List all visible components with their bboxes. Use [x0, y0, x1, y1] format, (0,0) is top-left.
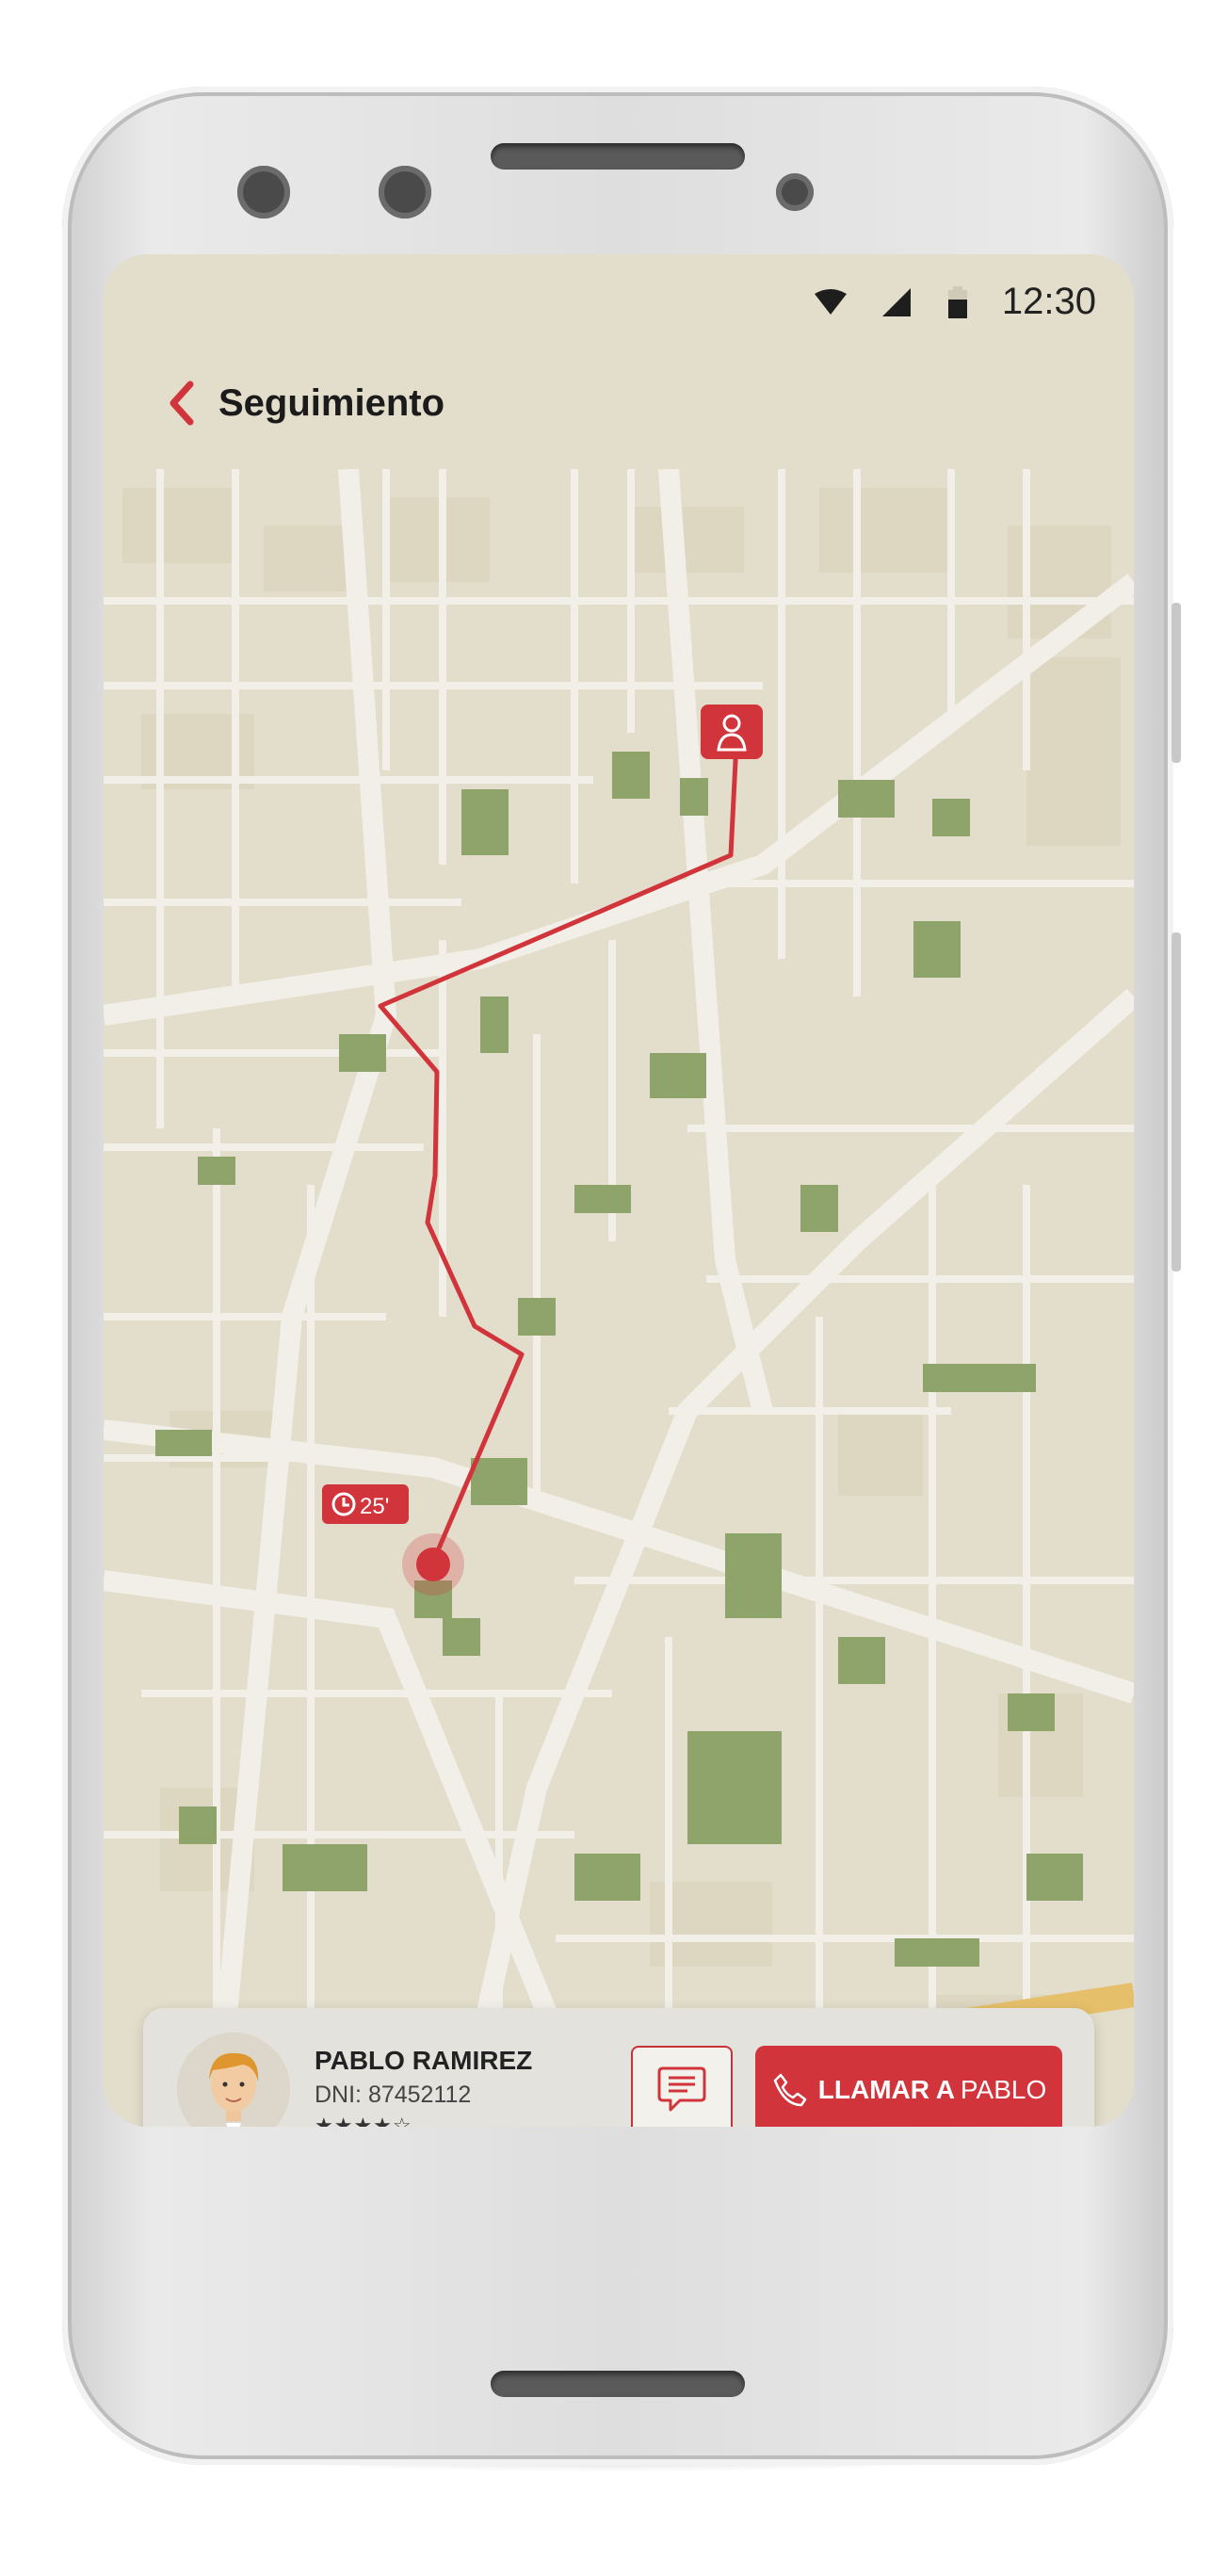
signal-icon — [882, 288, 911, 316]
call-button-label-name: PABLO — [960, 2075, 1047, 2104]
phone-icon — [773, 2073, 807, 2107]
eta-badge: 25' — [322, 1484, 409, 1524]
proximity-sensor — [776, 173, 814, 211]
wifi-icon — [815, 289, 847, 315]
phone-frame: 12:30 Seguimiento 25' PABLO RAMIREZ DNI:… — [62, 87, 1181, 2465]
front-camera — [237, 166, 290, 219]
chat-icon — [657, 2066, 706, 2112]
driver-dni: DNI: 87452112 — [315, 2082, 472, 2108]
page-title: Seguimiento — [218, 382, 445, 424]
battery-icon — [948, 286, 967, 318]
back-chevron-icon[interactable] — [158, 375, 205, 431]
screen: 12:30 Seguimiento 25' PABLO RAMIREZ DNI:… — [104, 254, 1134, 2127]
driver-name: PABLO RAMIREZ — [315, 2046, 533, 2075]
destination-marker[interactable] — [701, 705, 763, 759]
rating-stars: ★★★★☆ — [315, 2114, 412, 2127]
current-location-marker — [402, 1533, 464, 1596]
eta-text: 25' — [360, 1494, 389, 1519]
bottom-speaker — [491, 2371, 745, 2397]
app-bar: Seguimiento — [104, 358, 1134, 448]
status-bar: 12:30 — [104, 254, 1134, 348]
avatar — [177, 2033, 290, 2127]
volume-button — [1171, 603, 1181, 763]
status-time: 12:30 — [1001, 281, 1096, 322]
earpiece-speaker — [491, 143, 745, 170]
map-view[interactable]: 25' — [104, 469, 1134, 2127]
driver-card: PABLO RAMIREZ DNI: 87452112 ★★★★☆ LLAMAR… — [143, 2008, 1094, 2127]
call-button-label-bold: LLAMAR A — [817, 2075, 955, 2104]
driver-avatar-image — [177, 2033, 290, 2127]
power-button — [1171, 932, 1181, 1272]
call-driver-button[interactable]: LLAMAR A PABLO — [755, 2046, 1062, 2127]
front-sensor — [379, 166, 431, 219]
message-button[interactable] — [631, 2046, 733, 2127]
